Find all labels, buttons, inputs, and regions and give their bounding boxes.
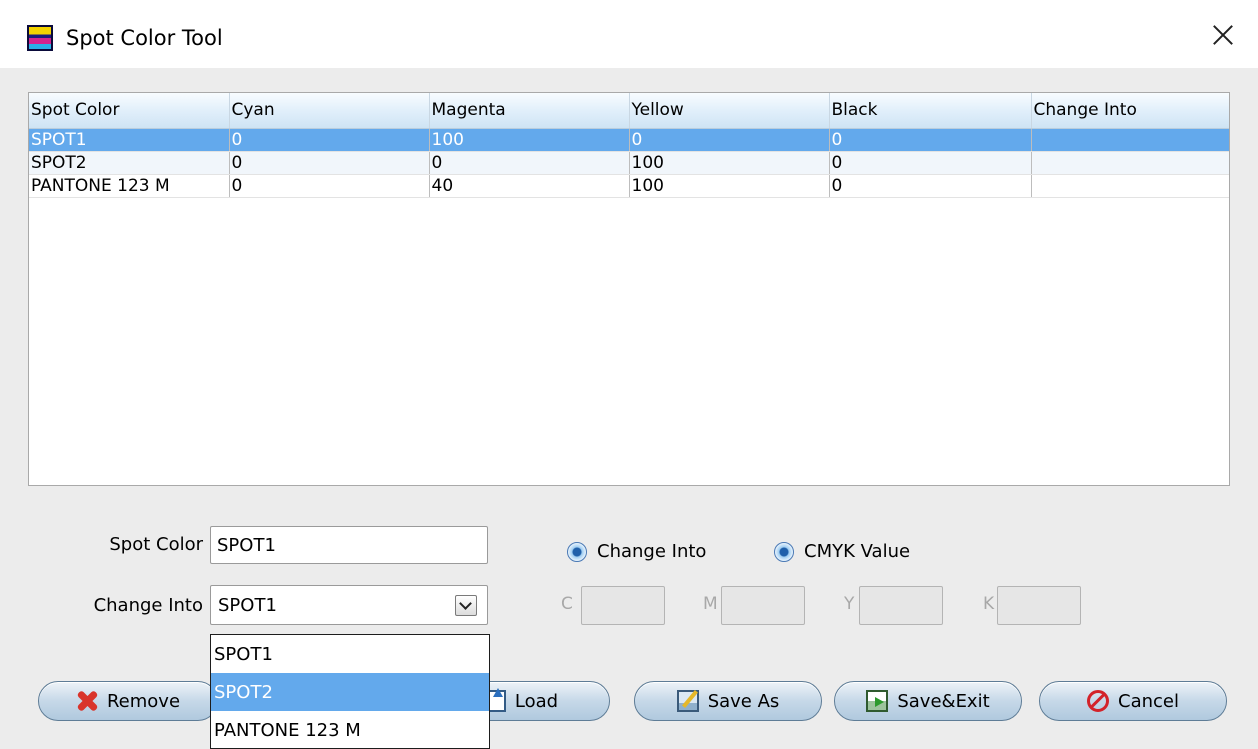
magenta-field[interactable]	[721, 586, 805, 625]
change-into-dropdown-list[interactable]: SPOT1 SPOT2 PANTONE 123 M	[210, 634, 490, 749]
table-cell: 0	[229, 151, 430, 175]
dialog-body: Spot Color Cyan Magenta Yellow Black Cha…	[0, 68, 1258, 749]
column-header-change-into[interactable]: Change Into	[1031, 93, 1229, 129]
change-into-label: Change Into	[93, 595, 203, 616]
table-cell: 0	[829, 174, 1032, 198]
table-row[interactable]: SPOT2 0 0 100 0	[29, 151, 1229, 175]
table-cell: 100	[629, 151, 830, 175]
remove-button-label: Remove	[106, 690, 181, 712]
title-bar: Spot Color Tool	[0, 0, 1258, 68]
table-cell: 0	[629, 128, 830, 152]
radio-change-into-label: Change Into	[597, 541, 707, 562]
cyan-field[interactable]	[581, 586, 665, 625]
magenta-label: M	[703, 594, 718, 614]
spot-color-table[interactable]: Spot Color Cyan Magenta Yellow Black Cha…	[28, 92, 1230, 486]
table-cell: PANTONE 123 M	[29, 174, 230, 198]
spot-color-field[interactable]: SPOT1	[210, 526, 488, 564]
table-row[interactable]: SPOT1 0 100 0 0	[29, 128, 1229, 152]
radio-change-into[interactable]: Change Into	[567, 541, 706, 562]
table-cell: 100	[629, 174, 830, 198]
table-cell	[1031, 128, 1229, 152]
save-as-button-label: Save As	[707, 690, 780, 712]
table-cell	[1031, 174, 1229, 198]
radio-selected-icon	[567, 541, 587, 562]
table-cell	[1031, 151, 1229, 175]
remove-icon	[76, 690, 98, 712]
dropdown-option-pantone-123-m[interactable]: PANTONE 123 M	[211, 711, 489, 749]
app-icon	[27, 25, 53, 51]
save-exit-icon	[866, 690, 889, 712]
save-as-button[interactable]: Save As	[634, 681, 822, 721]
spot-color-label: Spot Color	[109, 534, 203, 555]
dropdown-option-spot1[interactable]: SPOT1	[211, 635, 489, 673]
cancel-icon	[1087, 690, 1109, 712]
save-as-icon	[676, 690, 699, 712]
table-cell: 0	[829, 128, 1032, 152]
black-label: K	[983, 594, 995, 614]
table-cell: 0	[229, 174, 430, 198]
radio-cmyk-value-label: CMYK Value	[804, 541, 911, 562]
close-icon[interactable]	[1205, 18, 1241, 54]
table-cell: 0	[229, 128, 430, 152]
cancel-button-label: Cancel	[1118, 690, 1179, 712]
cyan-label: C	[561, 594, 573, 614]
remove-button[interactable]: Remove	[38, 681, 218, 721]
column-header-cyan[interactable]: Cyan	[229, 93, 430, 129]
table-cell: SPOT2	[29, 151, 230, 175]
table-cell: 100	[429, 128, 630, 152]
change-into-selected-value: SPOT1	[218, 595, 277, 616]
dropdown-option-spot2[interactable]: SPOT2	[211, 673, 489, 711]
cancel-button[interactable]: Cancel	[1039, 681, 1227, 721]
black-field[interactable]	[997, 586, 1081, 625]
yellow-field[interactable]	[859, 586, 943, 625]
window-title: Spot Color Tool	[66, 26, 223, 50]
yellow-label: Y	[844, 594, 855, 614]
save-exit-button-label: Save&Exit	[897, 690, 990, 712]
change-into-select[interactable]: SPOT1	[210, 585, 488, 625]
table-cell: 0	[829, 151, 1032, 175]
radio-cmyk-value[interactable]: CMYK Value	[774, 541, 910, 562]
save-exit-button[interactable]: Save&Exit	[834, 681, 1022, 721]
table-cell: 40	[429, 174, 630, 198]
column-header-magenta[interactable]: Magenta	[429, 93, 630, 129]
radio-selected-icon	[774, 541, 794, 562]
table-row[interactable]: PANTONE 123 M 0 40 100 0	[29, 174, 1229, 198]
table-header: Spot Color Cyan Magenta Yellow Black Cha…	[29, 93, 1229, 129]
table-cell: 0	[429, 151, 630, 175]
column-header-black[interactable]: Black	[829, 93, 1032, 129]
load-button-label: Load	[514, 690, 559, 712]
chevron-down-icon[interactable]	[455, 595, 477, 616]
column-header-yellow[interactable]: Yellow	[629, 93, 830, 129]
table-cell: SPOT1	[29, 128, 230, 152]
column-header-spot-color[interactable]: Spot Color	[29, 93, 230, 129]
